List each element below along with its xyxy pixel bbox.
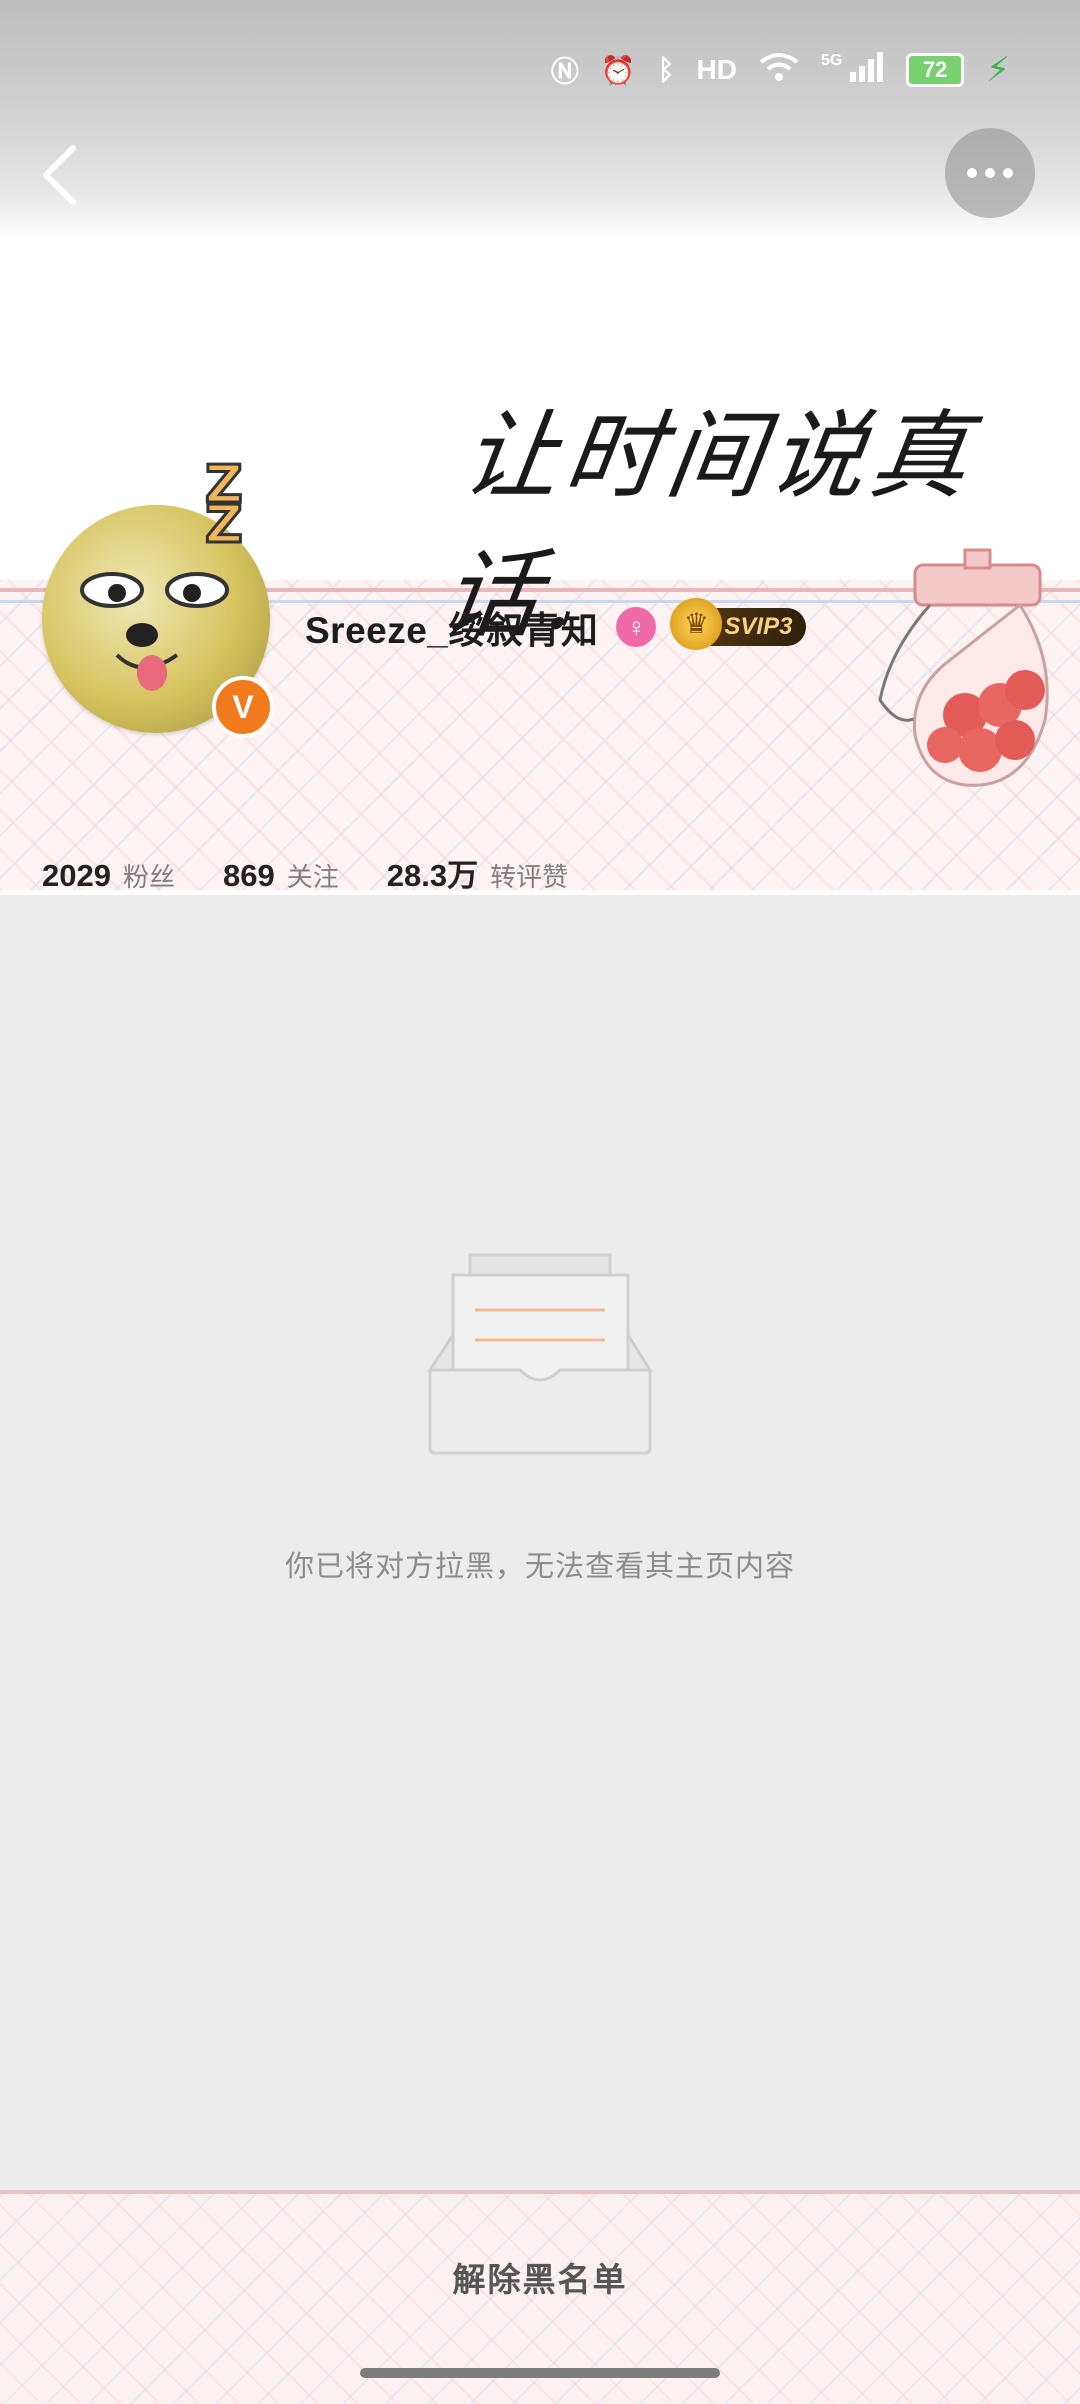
- stat-value: 28.3万: [386, 858, 479, 893]
- more-dot-icon: [967, 168, 977, 178]
- verified-badge: V: [212, 676, 274, 738]
- hd-icon: HD: [696, 54, 737, 85]
- more-options-button[interactable]: [945, 128, 1035, 218]
- unblock-button[interactable]: 解除黑名单: [0, 2245, 1080, 2315]
- status-bar: Ⓝ ⏰ ᛒ HD 5G 72 ⚡: [0, 40, 1080, 100]
- stat-label: 关注: [286, 862, 339, 892]
- home-indicator[interactable]: [360, 2368, 720, 2378]
- female-gender-icon: ♀: [616, 607, 657, 647]
- stat-followers[interactable]: 2029 粉丝: [42, 857, 175, 894]
- profile-stats: 2029 粉丝 869 关注 28.3万 转评赞: [42, 850, 568, 895]
- stat-label: 转评赞: [490, 862, 569, 892]
- more-dot-icon: [985, 168, 995, 178]
- stat-value: 869: [222, 858, 275, 893]
- cellular-signal-icon: 5G: [821, 51, 884, 89]
- username: Sreeze_绥叙青知: [305, 610, 599, 651]
- wifi-icon: [759, 52, 799, 89]
- empty-inbox-icon: [427, 1253, 653, 1455]
- tomato-bag-illustration: [878, 548, 1049, 787]
- status-icons: Ⓝ ⏰ ᛒ HD 5G 72 ⚡: [551, 50, 1010, 90]
- back-button[interactable]: [28, 140, 98, 210]
- blocked-message: 你已将对方拉黑，无法查看其主页内容: [284, 1551, 795, 1583]
- battery-icon: 72: [906, 53, 965, 87]
- bluetooth-icon: ᛒ: [657, 54, 675, 85]
- stat-value: 2029: [42, 858, 111, 893]
- sleep-zzz-icon: ZZ: [204, 455, 245, 555]
- crown-icon: ♛: [670, 598, 723, 650]
- user-info-row: Sreeze_绥叙青知 ♀ ♛ SVIP3: [305, 598, 807, 654]
- network-type-label: 5G: [821, 51, 843, 69]
- stat-likes[interactable]: 28.3万 转评赞: [387, 850, 568, 895]
- chevron-left-icon: [43, 145, 76, 205]
- stat-label: 粉丝: [122, 862, 175, 892]
- charging-icon: ⚡: [986, 51, 1010, 89]
- svip-badge[interactable]: ♛ SVIP3: [670, 598, 807, 650]
- stat-following[interactable]: 869 关注: [223, 857, 339, 894]
- svip-label: SVIP3: [724, 613, 793, 640]
- alarm-icon: ⏰: [600, 54, 636, 86]
- nfc-icon: Ⓝ: [550, 56, 579, 87]
- more-dot-icon: [1003, 168, 1013, 178]
